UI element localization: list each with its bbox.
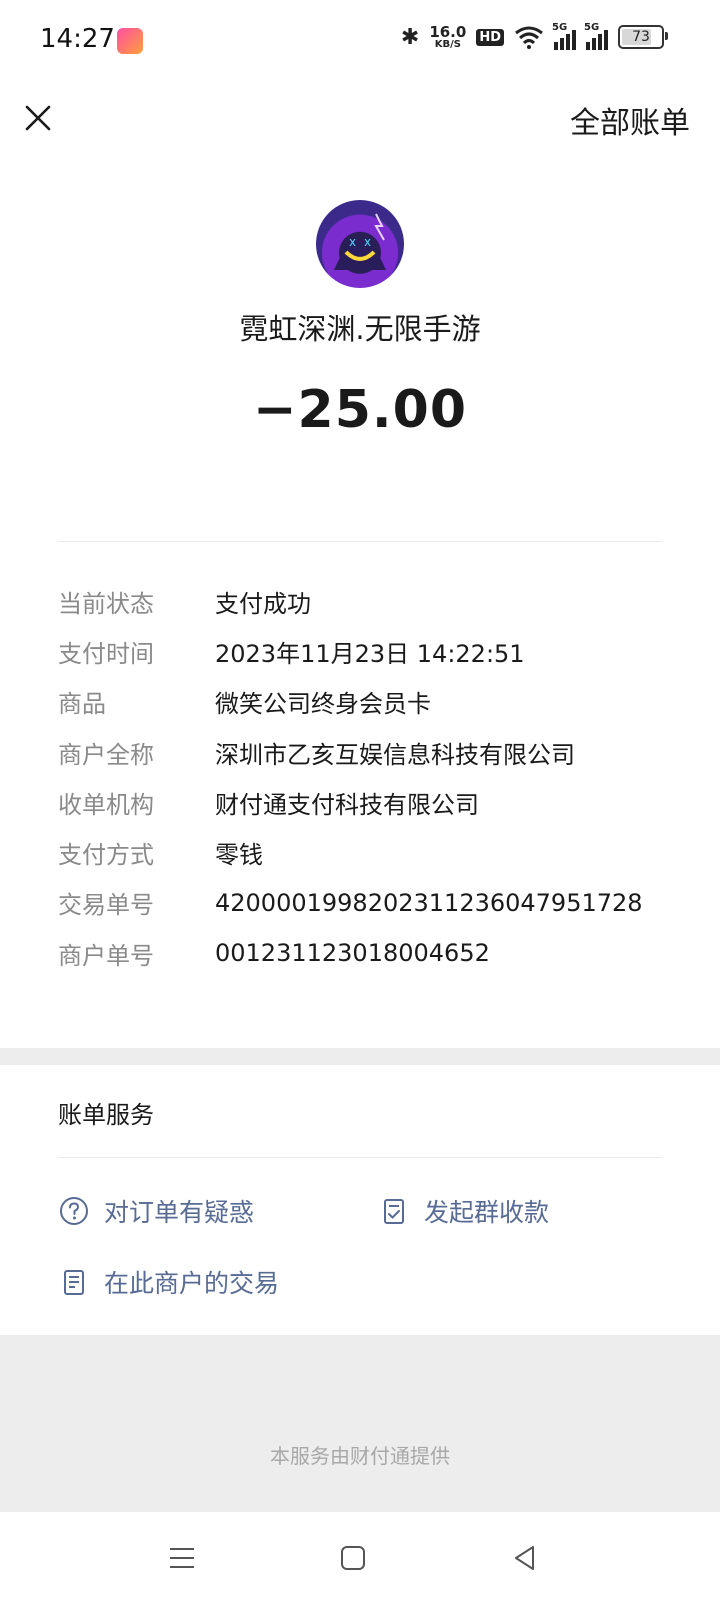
system-nav-bar: [0, 1512, 720, 1600]
app-notification-icon: [117, 28, 143, 54]
detail-label: 商户单号: [58, 941, 154, 970]
document-icon: [64, 1270, 84, 1295]
net-speed-value: 16.0: [429, 22, 467, 41]
detail-value: 微笑公司终身会员卡: [215, 690, 431, 719]
back-button[interactable]: [505, 1538, 545, 1578]
detail-row-time: 支付时间 2023年11月23日 14:22:51: [58, 626, 678, 676]
detail-row-transaction-id: 交易单号 4200001998202311236047951728: [58, 878, 678, 928]
divider: [58, 541, 662, 542]
detail-row-product: 商品 微笑公司终身会员卡: [58, 677, 678, 727]
network-speed: 16.0 KB/S: [429, 22, 467, 50]
transaction-details: 当前状态 支付成功 支付时间 2023年11月23日 14:22:51 商品 微…: [58, 576, 678, 978]
menu-button[interactable]: [162, 1538, 202, 1578]
bluetooth-icon: ✱: [400, 24, 420, 50]
detail-label: 收单机构: [58, 790, 154, 819]
merchant-transactions-button[interactable]: 在此商户的交易: [58, 1264, 279, 1300]
detail-label: 支付方式: [58, 841, 154, 870]
status-time: 14:27: [40, 24, 115, 54]
close-icon: [25, 105, 51, 131]
wifi-icon: [515, 26, 543, 49]
transaction-amount: −25.00: [252, 380, 468, 440]
order-question-button[interactable]: 对订单有疑惑: [58, 1193, 254, 1229]
detail-label: 当前状态: [58, 589, 154, 618]
detail-value: 支付成功: [215, 589, 311, 618]
svg-text:x: x: [349, 235, 356, 249]
detail-value: 财付通支付科技有限公司: [215, 790, 479, 819]
menu-icon: [170, 1548, 194, 1568]
home-button[interactable]: [333, 1538, 373, 1578]
nav-bar: 全部账单: [0, 80, 720, 159]
transaction-card: x x 霓虹深渊.无限手游 −25.00 当前状态 支付成功 支付时间 2023…: [0, 158, 720, 1048]
signal-type-label: 5G: [552, 22, 568, 33]
detail-label: 交易单号: [58, 891, 154, 920]
detail-row-payment-method: 支付方式 零钱: [58, 827, 678, 877]
detail-label: 商户全称: [58, 740, 154, 769]
net-speed-unit: KB/S: [434, 38, 461, 50]
signal-icon: 5G: [552, 22, 576, 50]
merchant-avatar: x x: [316, 200, 404, 288]
detail-value: 2023年11月23日 14:22:51: [215, 639, 525, 668]
detail-label: 支付时间: [58, 639, 154, 668]
battery-icon: 73: [618, 25, 668, 49]
signal-type-label-2: 5G: [584, 22, 600, 33]
divider: [58, 1157, 662, 1158]
detail-row-acquirer: 收单机构 财付通支付科技有限公司: [58, 777, 678, 827]
status-bar: 14:27 ✱ 16.0 KB/S HD 5G 5G 73: [0, 0, 720, 80]
detail-label: 商品: [58, 690, 106, 719]
detail-row-merchant-order-id: 商户单号 001231123018004652: [58, 928, 678, 978]
svg-text:x: x: [364, 235, 371, 249]
group-collect-button[interactable]: 发起群收款: [378, 1193, 549, 1229]
all-bills-link[interactable]: 全部账单: [570, 98, 690, 142]
merchant-transactions-label: 在此商户的交易: [104, 1269, 280, 1298]
clipboard-check-icon: [384, 1199, 404, 1224]
detail-value: 深圳市乙亥互娱信息科技有限公司: [215, 740, 575, 769]
provider-note: 本服务由财付通提供: [270, 1444, 450, 1468]
battery-level: 73: [632, 29, 650, 45]
detail-value[interactable]: 4200001998202311236047951728: [215, 889, 643, 917]
order-question-label: 对订单有疑惑: [104, 1198, 255, 1227]
close-button[interactable]: [16, 96, 60, 140]
square-home-icon: [341, 1546, 365, 1570]
bill-services-section: 账单服务 对订单有疑惑 发起群收款 在此商户的交易: [0, 1065, 720, 1335]
question-circle-icon: [60, 1197, 88, 1225]
detail-row-merchant-fullname: 商户全称 深圳市乙亥互娱信息科技有限公司: [58, 727, 678, 777]
merchant-avatar-art: x x: [334, 213, 386, 270]
merchant-name: 霓虹深渊.无限手游: [239, 312, 481, 346]
status-icons: ✱ 16.0 KB/S HD 5G 5G 73: [400, 22, 668, 50]
hd-badge: HD: [476, 28, 504, 46]
detail-value[interactable]: 001231123018004652: [215, 939, 490, 967]
group-collect-label: 发起群收款: [424, 1198, 550, 1227]
back-triangle-icon: [515, 1546, 534, 1570]
signal-icon-2: 5G: [584, 22, 608, 50]
detail-value: 零钱: [215, 841, 263, 870]
bill-services-title: 账单服务: [58, 1101, 154, 1129]
detail-row-status: 当前状态 支付成功: [58, 576, 678, 626]
